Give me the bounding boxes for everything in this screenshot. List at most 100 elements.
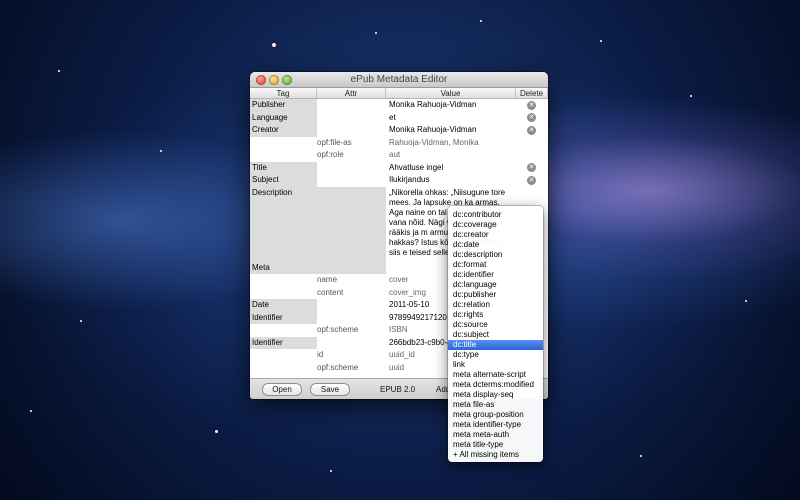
table-row[interactable]: opf:file-as Rahuoja-Vidman, Monika (250, 136, 548, 150)
tag-cell[interactable] (250, 149, 317, 162)
value-cell[interactable]: Ilukirjandus (386, 174, 516, 187)
attr-cell[interactable]: name (317, 274, 386, 287)
menu-item[interactable]: dc:source (448, 320, 543, 330)
epub-version-label: EPUB 2.0 (380, 385, 416, 394)
menu-item[interactable]: meta display-seq (448, 390, 543, 400)
minimize-window-button[interactable] (269, 75, 279, 85)
menu-item[interactable]: dc:coverage (448, 220, 543, 230)
table-row[interactable]: opf:role aut (250, 149, 548, 162)
menu-item[interactable]: dc:language (448, 280, 543, 290)
menu-item[interactable]: + All missing items (448, 450, 543, 460)
menu-item[interactable]: link (448, 360, 543, 370)
tag-cell[interactable]: Language (250, 111, 317, 124)
tag-cell[interactable]: Publisher (250, 99, 317, 112)
tag-cell[interactable] (250, 136, 317, 149)
menu-item[interactable]: dc:subject (448, 330, 543, 340)
save-button[interactable]: Save (310, 383, 350, 396)
value-cell[interactable]: et (386, 112, 516, 125)
tag-cell[interactable] (250, 286, 317, 299)
attr-cell[interactable]: id (317, 349, 386, 362)
tag-cell[interactable]: Creator (250, 124, 317, 137)
delete-cell: ✕ (516, 174, 548, 187)
window-title: ePub Metadata Editor (350, 74, 448, 85)
zoom-window-button[interactable] (282, 75, 292, 85)
menu-item[interactable]: dc:rights (448, 310, 543, 320)
menu-item-selected[interactable]: dc:title (448, 340, 543, 350)
menu-item[interactable]: meta meta-auth (448, 430, 543, 440)
menu-item[interactable]: meta group-position (448, 410, 543, 420)
tag-cell[interactable]: Meta (250, 261, 317, 274)
value-cell[interactable]: aut (386, 149, 516, 162)
attr-cell[interactable]: opf:file-as (317, 137, 386, 150)
add-tag-dropdown-menu: dc:contributor dc:coverage dc:creator dc… (448, 206, 543, 462)
attr-cell[interactable] (317, 186, 386, 262)
value-cell[interactable]: Monika Rahuoja-Vidman (386, 99, 516, 112)
menu-item[interactable]: dc:publisher (448, 290, 543, 300)
table-row[interactable]: Creator Monika Rahuoja-Vidman ✕ (250, 124, 548, 137)
table-row[interactable]: Title Ahvatluse ingel ✕ (250, 161, 548, 175)
menu-item[interactable]: dc:identifier (448, 270, 543, 280)
table-row[interactable]: Language et ✕ (250, 111, 548, 125)
star (215, 430, 218, 433)
attr-cell[interactable] (317, 112, 386, 125)
column-header-value[interactable]: Value (386, 88, 516, 98)
tag-cell[interactable]: Identifier (250, 311, 317, 324)
menu-item[interactable]: dc:description (448, 250, 543, 260)
value-cell[interactable]: Monika Rahuoja-Vidman (386, 124, 516, 137)
tag-cell[interactable] (250, 274, 317, 287)
delete-icon[interactable]: ✕ (527, 100, 536, 110)
attr-cell[interactable]: opf:scheme (317, 362, 386, 375)
menu-item[interactable]: meta dcterms:modified (448, 380, 543, 390)
value-cell[interactable]: Ahvatluse ingel (386, 162, 516, 175)
table-header: Tag Attr Value Delete (250, 88, 548, 99)
tag-cell[interactable]: Description (250, 186, 317, 262)
attr-cell[interactable] (317, 162, 386, 175)
menu-item[interactable]: dc:relation (448, 300, 543, 310)
table-row[interactable]: Subject Ilukirjandus ✕ (250, 174, 548, 187)
value-cell[interactable]: Rahuoja-Vidman, Monika (386, 137, 516, 150)
attr-cell[interactable] (317, 261, 386, 274)
menu-item[interactable]: dc:format (448, 260, 543, 270)
close-window-button[interactable] (256, 75, 266, 85)
tag-cell[interactable] (250, 324, 317, 337)
menu-item[interactable]: dc:creator (448, 230, 543, 240)
table-row[interactable]: Publisher Monika Rahuoja-Vidman ✕ (250, 99, 548, 112)
delete-icon[interactable]: ✕ (527, 175, 536, 185)
menu-item[interactable]: meta identifier-type (448, 420, 543, 430)
tag-cell[interactable]: Date (250, 299, 317, 312)
delete-cell: ✕ (516, 124, 548, 137)
column-header-delete[interactable]: Delete (516, 88, 548, 98)
open-button[interactable]: Open (262, 383, 302, 396)
attr-cell[interactable]: opf:scheme (317, 324, 386, 337)
delete-icon[interactable]: ✕ (527, 125, 536, 135)
tag-cell[interactable] (250, 361, 317, 374)
delete-icon[interactable]: ✕ (527, 113, 536, 122)
column-header-attr[interactable]: Attr (317, 88, 386, 98)
delete-icon[interactable]: ✕ (527, 163, 536, 172)
attr-cell[interactable]: opf:role (317, 149, 386, 162)
delete-cell: ✕ (516, 162, 548, 175)
attr-cell[interactable] (317, 299, 386, 312)
attr-cell[interactable] (317, 124, 386, 137)
attr-cell[interactable] (317, 337, 386, 350)
menu-item[interactable]: dc:contributor (448, 210, 543, 220)
menu-item[interactable]: meta alternate-script (448, 370, 543, 380)
menu-item[interactable]: dc:date (448, 240, 543, 250)
tag-cell[interactable] (250, 349, 317, 362)
tag-cell[interactable]: Subject (250, 174, 317, 187)
star (30, 410, 32, 412)
column-header-tag[interactable]: Tag (250, 88, 317, 98)
menu-item[interactable]: dc:type (448, 350, 543, 360)
star (640, 455, 642, 457)
attr-cell[interactable] (317, 99, 386, 112)
star (480, 20, 482, 22)
attr-cell[interactable]: content (317, 287, 386, 300)
tag-cell[interactable]: Title (250, 161, 317, 174)
attr-cell[interactable] (317, 174, 386, 187)
tag-cell[interactable]: Identifier (250, 336, 317, 349)
title-bar: ePub Metadata Editor (250, 72, 548, 88)
menu-item[interactable]: meta file-as (448, 400, 543, 410)
star (600, 40, 602, 42)
menu-item[interactable]: meta title-type (448, 440, 543, 450)
attr-cell[interactable] (317, 312, 386, 325)
